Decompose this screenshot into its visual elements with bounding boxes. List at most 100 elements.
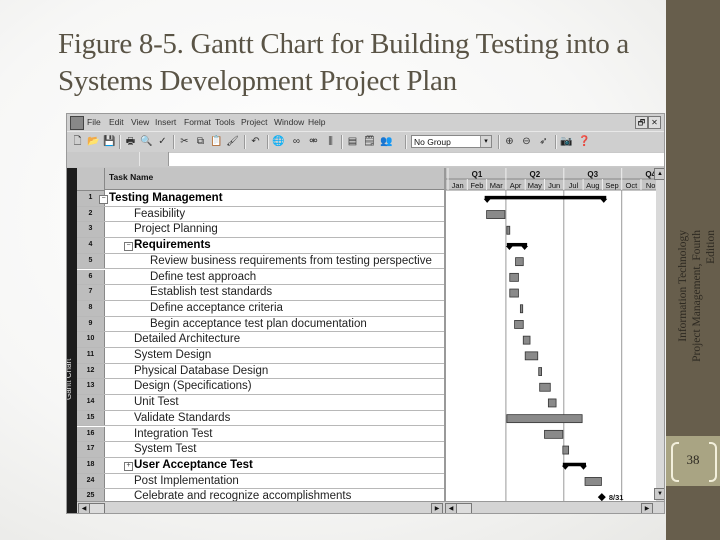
task-name[interactable]: Define acceptance criteria — [150, 301, 283, 316]
zoom-in-icon[interactable]: ⊕ — [503, 135, 516, 148]
help-icon[interactable]: ❓ — [578, 135, 591, 148]
row-number[interactable]: 4 — [77, 238, 105, 253]
row-number[interactable]: 5 — [77, 253, 105, 269]
task-row[interactable]: 14 Unit Test — [77, 395, 444, 411]
row-number[interactable]: 6 — [77, 269, 105, 285]
task-name[interactable]: Detailed Architecture — [134, 332, 240, 347]
table-horizontal-scrollbar[interactable]: ◀ ▶ — [77, 501, 444, 513]
task-name[interactable]: Validate Standards — [134, 411, 230, 426]
task-name[interactable]: Integration Test — [134, 427, 212, 442]
row-number[interactable]: 10 — [77, 332, 105, 347]
spelling-icon[interactable]: ✓ — [156, 135, 169, 148]
collapse-icon[interactable]: − — [99, 195, 108, 204]
row-number[interactable]: 3 — [77, 222, 105, 238]
entry-field[interactable] — [169, 153, 664, 166]
task-row[interactable]: 17 System Test — [77, 442, 444, 458]
copy-picture-icon[interactable]: 📷 — [560, 135, 573, 148]
close-window-button[interactable]: ✕ — [648, 116, 661, 129]
open-icon[interactable]: 📂 — [87, 135, 100, 148]
cut-icon[interactable]: ✂ — [178, 135, 191, 148]
row-number[interactable]: 13 — [77, 379, 105, 395]
task-row[interactable]: 2 Feasibility — [77, 206, 444, 223]
task-row[interactable]: 18 + User Acceptance Test — [77, 457, 444, 474]
row-number[interactable]: 18 — [77, 457, 105, 473]
row-number[interactable]: 15 — [77, 410, 105, 426]
chart-vertical-scrollbar[interactable]: ▲ ▼ — [654, 168, 664, 501]
menu-edit[interactable]: Edit — [109, 117, 124, 127]
menu-project[interactable]: Project — [241, 117, 267, 127]
chevron-down-icon[interactable]: ▾ — [480, 136, 491, 147]
zoom-out-icon[interactable]: ⊖ — [520, 135, 533, 148]
app-document-icon[interactable] — [70, 116, 84, 130]
row-number[interactable]: 14 — [77, 395, 105, 410]
scroll-right-icon[interactable]: ▶ — [641, 503, 653, 513]
task-row[interactable]: 7 Establish test standards — [77, 285, 444, 301]
expand-icon[interactable]: + — [124, 461, 133, 471]
task-name[interactable]: Unit Test — [134, 395, 179, 410]
goto-task-icon[interactable]: ➶ — [537, 135, 550, 148]
task-row[interactable]: 10 Detailed Architecture — [77, 332, 444, 348]
scroll-thumb[interactable] — [456, 503, 472, 513]
task-row[interactable]: 6 Define test approach — [77, 269, 444, 286]
row-number[interactable]: 11 — [77, 348, 105, 363]
task-name[interactable]: Define test approach — [150, 270, 256, 285]
task-name[interactable]: Review business requirements from testin… — [150, 254, 432, 269]
task-info-icon[interactable]: ▤ — [346, 135, 359, 148]
task-row[interactable]: 12 Physical Database Design — [77, 363, 444, 380]
task-row[interactable]: 4 − Requirements — [77, 238, 444, 254]
task-row[interactable]: 1− Testing Management — [77, 191, 444, 207]
task-name[interactable]: Feasibility — [134, 207, 185, 222]
task-name[interactable]: User Acceptance Test — [134, 458, 253, 473]
print-preview-icon[interactable]: 🔍 — [140, 135, 153, 148]
assign-resources-icon[interactable]: 👥 — [380, 135, 393, 148]
task-name[interactable]: Post Implementation — [134, 474, 239, 489]
new-icon[interactable]: 🗋 — [71, 135, 84, 148]
link-tasks-icon[interactable]: ∞ — [290, 135, 303, 148]
task-name-column-header[interactable]: Task Name — [105, 168, 444, 190]
task-row[interactable]: 16 Integration Test — [77, 426, 444, 443]
undo-icon[interactable]: ↶ — [249, 135, 262, 148]
menu-file[interactable]: File — [87, 117, 101, 127]
split-task-icon[interactable]: ⫼ — [324, 135, 337, 148]
row-number[interactable]: 8 — [77, 300, 105, 316]
scroll-thumb[interactable] — [89, 503, 105, 513]
row-number[interactable]: 12 — [77, 363, 105, 379]
menu-window[interactable]: Window — [274, 117, 304, 127]
scroll-down-icon[interactable]: ▼ — [654, 488, 664, 500]
hyperlink-icon[interactable]: 🌐 — [272, 135, 285, 148]
task-name[interactable]: Project Planning — [134, 222, 218, 237]
task-row[interactable]: 3 Project Planning — [77, 222, 444, 239]
task-row[interactable]: 13 Design (Specifications) — [77, 379, 444, 396]
save-icon[interactable]: 💾 — [103, 135, 116, 148]
task-name[interactable]: Physical Database Design — [134, 364, 268, 379]
menu-view[interactable]: View — [131, 117, 149, 127]
restore-window-button[interactable]: 🗗 — [635, 116, 648, 129]
row-number[interactable]: 2 — [77, 206, 105, 222]
format-painter-icon[interactable]: 🖌 — [226, 135, 239, 148]
task-row[interactable]: 9 Begin acceptance test plan documentatio… — [77, 316, 444, 333]
row-number[interactable]: 17 — [77, 442, 105, 457]
task-row[interactable]: 5 Review business requirements from testi… — [77, 253, 444, 270]
row-number[interactable]: 9 — [77, 316, 105, 332]
menu-format[interactable]: Format — [184, 117, 211, 127]
task-name[interactable]: Establish test standards — [150, 285, 272, 300]
view-bar[interactable]: Gantt Chart — [67, 168, 77, 513]
menu-help[interactable]: Help — [308, 117, 325, 127]
task-name[interactable]: System Design — [134, 348, 211, 363]
task-row[interactable]: 15 Validate Standards — [77, 410, 444, 427]
menu-tools[interactable]: Tools — [215, 117, 235, 127]
scroll-right-icon[interactable]: ▶ — [431, 503, 443, 513]
notes-icon[interactable]: 🗒 — [363, 135, 376, 148]
scroll-up-icon[interactable]: ▲ — [654, 168, 664, 180]
copy-icon[interactable]: ⧉ — [194, 135, 207, 148]
unlink-tasks-icon[interactable]: ⚮ — [307, 135, 320, 148]
row-number[interactable]: 7 — [77, 285, 105, 300]
group-by-select[interactable]: No Group ▾ — [411, 135, 492, 148]
collapse-icon[interactable]: − — [124, 242, 133, 252]
task-name[interactable]: Testing Management — [109, 191, 223, 206]
task-row[interactable]: 8 Define acceptance criteria — [77, 300, 444, 317]
task-name[interactable]: Requirements — [134, 238, 211, 253]
chart-horizontal-scrollbar[interactable]: ◀ ▶ — [444, 501, 664, 513]
menu-insert[interactable]: Insert — [155, 117, 176, 127]
task-name[interactable]: Design (Specifications) — [134, 379, 252, 394]
